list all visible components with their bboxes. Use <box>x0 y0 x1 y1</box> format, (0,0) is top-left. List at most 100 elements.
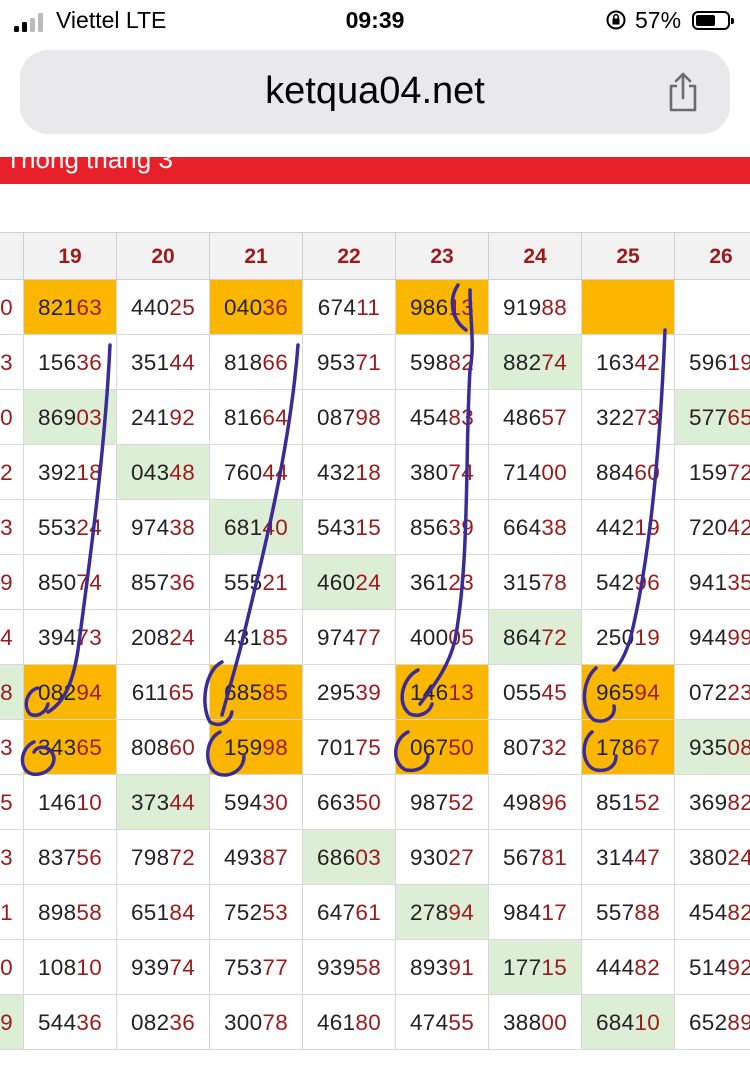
table-cell: 93027 <box>395 830 488 884</box>
table-cell: 80860 <box>116 720 209 774</box>
table-cell: 14613 <box>395 665 488 719</box>
table-cell: 06750 <box>395 720 488 774</box>
column-header: 21 <box>209 233 302 279</box>
table-cell: 93508 <box>674 720 750 774</box>
table-row: 3 15636 35144 81866 95371 59882 88274 16342 5961… <box>0 335 750 390</box>
column-header: 26 <box>674 233 750 279</box>
table-cell: 89391 <box>395 940 488 994</box>
table-row: 0 10810 93974 75377 93958 89391 17715 44482 5149… <box>0 940 750 995</box>
table-cell: 44025 <box>116 280 209 334</box>
table-cell: 49896 <box>488 775 581 829</box>
table-cell: 81866 <box>209 335 302 389</box>
table-cell-clipped: 3 <box>0 335 23 389</box>
table-cell: 08798 <box>302 390 395 444</box>
table-row: 1 89858 65184 75253 64761 27894 98417 55788 4548… <box>0 885 750 940</box>
table-cell: 30078 <box>209 995 302 1049</box>
table-cell: 04348 <box>116 445 209 499</box>
table-cell: 55788 <box>581 885 674 939</box>
table-cell: 68140 <box>209 500 302 554</box>
table-cell: 45483 <box>395 390 488 444</box>
table-cell: 65289 <box>674 995 750 1049</box>
table-cell: 83756 <box>23 830 116 884</box>
table-cell: 37344 <box>116 775 209 829</box>
table-cell: 04036 <box>209 280 302 334</box>
table-cell: 46024 <box>302 555 395 609</box>
table-cell: 93974 <box>116 940 209 994</box>
table-cell: 71400 <box>488 445 581 499</box>
table-row: 4 39473 20824 43185 97477 40005 86472 25019 9449… <box>0 610 750 665</box>
table-cell: 59430 <box>209 775 302 829</box>
table-cell: 31578 <box>488 555 581 609</box>
url-text[interactable]: ketqua04.net <box>20 70 730 113</box>
table-cell: 35144 <box>116 335 209 389</box>
table-cell: 96594 <box>581 665 674 719</box>
table-cell: 70175 <box>302 720 395 774</box>
table-cell-clipped: 5 <box>0 775 23 829</box>
table-cell: 47455 <box>395 995 488 1049</box>
table-cell-clipped: 3 <box>0 720 23 774</box>
table-cell: 85074 <box>23 555 116 609</box>
table-cell: 86472 <box>488 610 581 664</box>
table-cell: 54436 <box>23 995 116 1049</box>
table-cell: 64761 <box>302 885 395 939</box>
table-cell: 15998 <box>209 720 302 774</box>
table-cell: 81664 <box>209 390 302 444</box>
table-cell: 24192 <box>116 390 209 444</box>
table-cell: 97438 <box>116 500 209 554</box>
table-cell: 88274 <box>488 335 581 389</box>
table-cell: 59619 <box>674 335 750 389</box>
table-cell-clipped: 1 <box>0 885 23 939</box>
table-cell: 89858 <box>23 885 116 939</box>
table-cell: 34365 <box>23 720 116 774</box>
table-cell: 68585 <box>209 665 302 719</box>
table-cell: 05545 <box>488 665 581 719</box>
table-cell: 93958 <box>302 940 395 994</box>
status-bar: Viettel LTE 09:39 57% <box>0 0 750 44</box>
address-bar[interactable]: ketqua04.net <box>20 50 730 134</box>
table-cell: 32273 <box>581 390 674 444</box>
battery-icon <box>692 11 734 30</box>
table-cell: 08236 <box>116 995 209 1049</box>
table-cell: 39218 <box>23 445 116 499</box>
table-cell: 54315 <box>302 500 395 554</box>
table-cell: 55521 <box>209 555 302 609</box>
table-cell: 45482 <box>674 885 750 939</box>
table-cell: 91988 <box>488 280 581 334</box>
table-cell: 27894 <box>395 885 488 939</box>
share-icon[interactable] <box>666 70 700 114</box>
table-cell: 94499 <box>674 610 750 664</box>
table-cell: 61165 <box>116 665 209 719</box>
table-cell: 10810 <box>23 940 116 994</box>
table-cell: 31447 <box>581 830 674 884</box>
column-header: 20 <box>116 233 209 279</box>
table-cell-clipped: 4 <box>0 610 23 664</box>
table-cell: 44219 <box>581 500 674 554</box>
table-cell-clipped: 2 <box>0 445 23 499</box>
column-header: 25 <box>581 233 674 279</box>
table-cell: 38074 <box>395 445 488 499</box>
table-cell: 43218 <box>302 445 395 499</box>
table-cell: 97477 <box>302 610 395 664</box>
table-cell: 98417 <box>488 885 581 939</box>
table-cell: 46180 <box>302 995 395 1049</box>
table-row: 0 82163 44025 04036 67411 98613 91988 <box>0 280 750 335</box>
table-cell: 38024 <box>674 830 750 884</box>
table-row: 3 83756 79872 49387 68603 93027 56781 31447 3802… <box>0 830 750 885</box>
table-cell: 86903 <box>23 390 116 444</box>
table-cell: 85152 <box>581 775 674 829</box>
table-cell: 75377 <box>209 940 302 994</box>
banner-title: n Thống tháng 3 <box>0 157 173 174</box>
table-row: 9 54436 08236 30078 46180 47455 38800 68410 6528… <box>0 995 750 1050</box>
table-cell: 82163 <box>23 280 116 334</box>
page-heading-banner: n Thống tháng 3 <box>0 157 750 184</box>
table-cell: 98752 <box>395 775 488 829</box>
table-cell: 17867 <box>581 720 674 774</box>
table-cell: 39473 <box>23 610 116 664</box>
table-row: 9 85074 85736 55521 46024 36123 31578 54296 9413… <box>0 555 750 610</box>
table-cell: 48657 <box>488 390 581 444</box>
table-row: 5 14610 37344 59430 66350 98752 49896 85152 3698… <box>0 775 750 830</box>
table-cell <box>581 280 674 334</box>
table-cell: 15972 <box>674 445 750 499</box>
table-cell-clipped: 9 <box>0 555 23 609</box>
table-row: 3 55324 97438 68140 54315 85639 66438 44219 7204… <box>0 500 750 555</box>
